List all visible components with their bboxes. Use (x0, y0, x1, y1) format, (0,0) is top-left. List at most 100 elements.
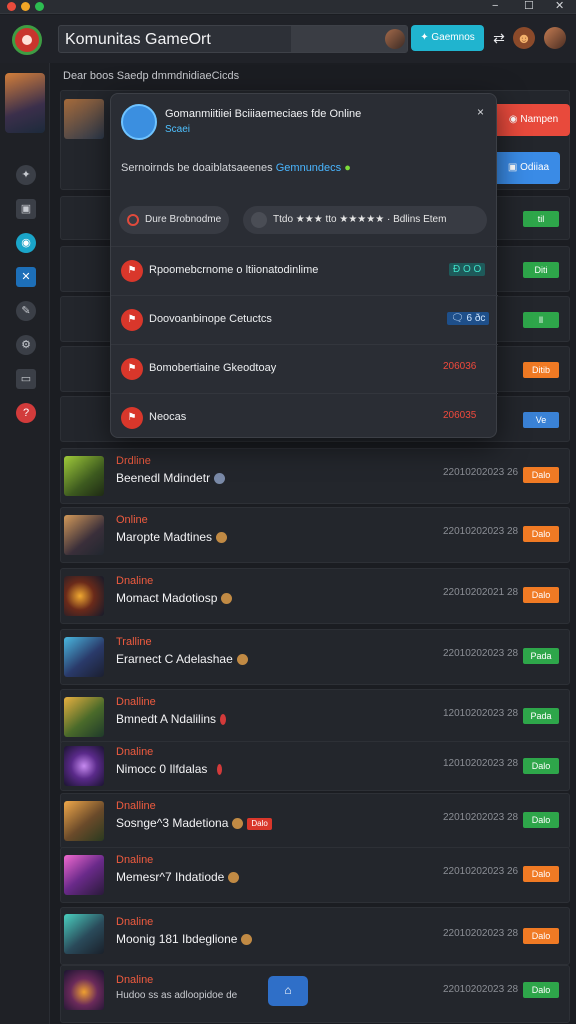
table-row[interactable]: Online Maropte Madtines 22010202023 28 D… (60, 507, 570, 563)
action-label: Nampen (520, 114, 559, 125)
table-row[interactable]: Drdline Beenedl Mdindetr 22010202023 26 … (60, 448, 570, 504)
badge-icon (236, 654, 248, 666)
logo-icon[interactable] (12, 25, 42, 55)
status-label: Dnaline (116, 974, 154, 986)
game-thumbnail (64, 855, 104, 895)
badge-icon (241, 934, 253, 946)
community-modal: Gomanmiitiiei Bciiiaemeciaes fde Online … (110, 93, 498, 438)
name-text: Erarnect C Adelashae (116, 652, 233, 666)
status-label: Dnalline (116, 800, 156, 812)
status-label: Dnaline (116, 575, 154, 587)
game-character-icon[interactable]: ☻ (513, 27, 535, 49)
table-row[interactable]: Dnaline Nimocc 0 Ilfdalas 12010202023 28… (60, 741, 570, 791)
avatar-icon[interactable] (385, 29, 405, 49)
row-name: Bmnedt A Ndalilins (116, 712, 227, 726)
target-icon (127, 214, 139, 226)
status-pill[interactable]: Dalo (523, 467, 559, 483)
status-pill[interactable]: Dalo (523, 758, 559, 774)
game-thumbnail (64, 746, 104, 786)
status-label: Dnalline (116, 696, 156, 708)
description-link[interactable]: Gemnundecs (276, 162, 341, 174)
maximize-dot[interactable] (35, 2, 44, 11)
close-dot[interactable] (7, 2, 16, 11)
header-action-button[interactable]: ✦ Gaemnos (411, 25, 484, 51)
close-icon[interactable]: × (477, 105, 484, 119)
modal-list-item[interactable]: ⚑ Bomobertiaine Gkeodtoay 206036 (111, 344, 498, 393)
globe-icon[interactable]: ◉ (16, 233, 36, 253)
game-thumbnail (64, 914, 104, 954)
status-label: Tralline (116, 636, 152, 648)
table-row[interactable]: Dnaline Moonig 181 Ibdeglione 2201020202… (60, 907, 570, 965)
name-text: Moonig 181 Ibdeglione (116, 932, 238, 946)
badge-icon (221, 593, 233, 605)
close-x-icon[interactable]: ✕ (16, 267, 36, 287)
row-date: 12010202023 28 (443, 708, 519, 719)
modal-list-item[interactable]: ⚑ Neocas 206035 (111, 393, 498, 442)
badge-icon (228, 872, 240, 884)
maximize-button[interactable]: ☐ (524, 0, 534, 13)
profile-avatar[interactable] (544, 27, 566, 49)
item-icon: ⚑ (121, 260, 143, 282)
row-name: Momact Madotiosp (116, 591, 233, 605)
sidebar: ✦ ▣ ◉ ✕ ✎ ⚙ ▭ ? (0, 63, 50, 1024)
status-label: Online (116, 514, 148, 526)
row-date: 22010202023 28 (443, 526, 519, 537)
name-text: Nimocc 0 Ilfdalas (116, 762, 208, 776)
game-thumbnail (64, 697, 104, 737)
row-name: Memesr^7 Ihdatiode (116, 870, 240, 884)
name-text: Memesr^7 Ihdatiode (116, 870, 225, 884)
table-row[interactable]: Dnaline Hudoo ss as adloopidoe de 220102… (60, 965, 570, 1023)
filter-chip[interactable]: Dure Brobnodme (119, 206, 229, 234)
row-date: 22010202023 28 (443, 984, 519, 995)
minimize-button[interactable]: − (492, 0, 498, 13)
modal-list-item[interactable]: ⚑ Rpoomebcrnome o ltiionatodinlime Ð O O (111, 246, 498, 295)
badge-icon (220, 714, 227, 726)
status-pill[interactable]: Pada (523, 648, 559, 664)
settings-icon[interactable]: ⚙ (16, 335, 36, 355)
status-pill[interactable]: Dalo (523, 866, 559, 882)
item-label: Bomobertiaine Gkeodtoay (149, 362, 277, 374)
item-label: Rpoomebcrnome o ltiionatodinlime (149, 264, 319, 276)
window-titlebar: − ☐ ✕ (0, 0, 576, 14)
status-pill[interactable]: Dalo (523, 812, 559, 828)
minimize-dot[interactable] (21, 2, 30, 11)
table-row[interactable]: Tralline Erarnect C Adelashae 2201020202… (60, 629, 570, 685)
close-button[interactable]: ✕ (555, 0, 564, 13)
app-header: Komunitas GameOrt ✦ Gaemnos ⇄ ☻ (0, 15, 576, 63)
home-icon[interactable]: ⌂ (268, 976, 308, 1006)
status-pill[interactable]: Dalo (523, 982, 559, 998)
folder-icon[interactable]: ▭ (16, 369, 36, 389)
user-avatar[interactable] (5, 73, 45, 133)
row-name: Nimocc 0 Ilfdalas (116, 762, 223, 776)
chip-label: Dure Brobnodme (145, 214, 222, 225)
table-row[interactable]: Dnaline Memesr^7 Ihdatiode 22010202023 2… (60, 847, 570, 903)
search-bar[interactable]: Komunitas GameOrt (58, 25, 408, 53)
row-date: 22010202021 28 (443, 587, 519, 598)
modal-title: Gomanmiitiiei Bciiiaemeciaes fde Online (165, 108, 362, 120)
status-pill: Ve (523, 412, 559, 428)
status-pill[interactable]: Dalo (523, 526, 559, 542)
table-row[interactable]: Dnalline Sosnge^3 Madetiona Dalo 22010202… (60, 793, 570, 849)
status-pill[interactable]: Dalo (523, 928, 559, 944)
chat-icon[interactable]: ▣ (16, 199, 36, 219)
row-name: Beenedl Mdindetr (116, 471, 226, 485)
action-button-blue[interactable]: ▣ Odiiaa (497, 152, 560, 184)
wrench-icon[interactable]: ✦ (16, 165, 36, 185)
modal-list-item[interactable]: ⚑ Doovoanbinope Cetuctcs 🗨 6 ðc (111, 295, 498, 344)
help-icon[interactable]: ? (16, 403, 36, 423)
rating-chip[interactable]: Ttdo ★★★ tto ★★★★★ · Bdlins Etem (243, 206, 487, 234)
table-row[interactable]: Dnaline Momact Madotiosp 22010202021 28 … (60, 568, 570, 624)
tool-icon[interactable]: ✎ (16, 301, 36, 321)
item-value: Ð O O (449, 263, 486, 276)
table-row[interactable]: Dnalline Bmnedt A Ndalilins 12010202023 … (60, 689, 570, 745)
action-button-red[interactable]: ◉ Nampen (497, 104, 570, 136)
swap-icon[interactable]: ⇄ (488, 27, 510, 49)
row-name: Erarnect C Adelashae (116, 652, 248, 666)
status-pill[interactable]: Pada (523, 708, 559, 724)
status-pill[interactable]: Dalo (523, 587, 559, 603)
header-action-label: Gaemnos (431, 32, 475, 43)
name-text: Momact Madotiosp (116, 591, 218, 605)
badge-icon (216, 532, 228, 544)
row-tag: Dalo (247, 817, 272, 830)
page-title: Komunitas GameOrt (65, 31, 211, 48)
